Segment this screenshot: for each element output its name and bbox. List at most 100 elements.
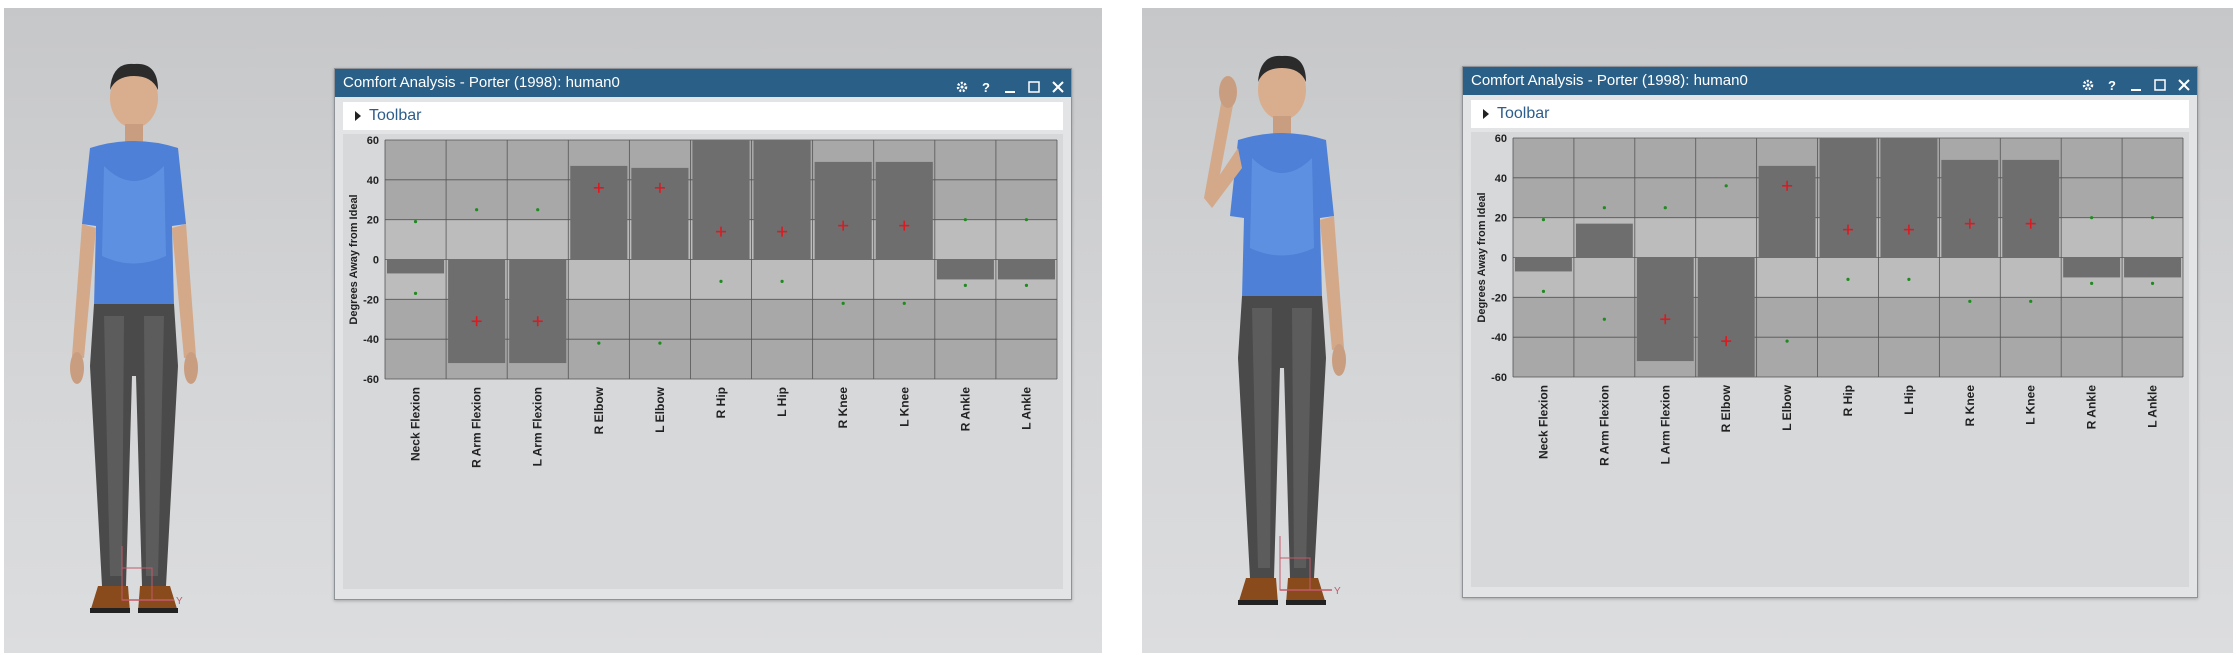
toolbar-expander[interactable]: Toolbar: [343, 102, 1063, 130]
minimize-icon[interactable]: [2129, 74, 2143, 91]
bar: [753, 140, 811, 260]
toolbar-expander[interactable]: Toolbar: [1471, 100, 2189, 128]
upper-limit-dot: [536, 208, 540, 212]
y-tick-label: 40: [367, 175, 379, 187]
lower-limit-dot: [719, 279, 723, 284]
graphics-viewport-left[interactable]: Y Comfort Analysis - Porter (1998): huma…: [4, 8, 1102, 653]
bar: [1880, 138, 1938, 258]
upper-limit-dot: [1024, 218, 1029, 222]
lower-limit-dot: [2090, 281, 2094, 285]
category-label: R Ankle: [958, 387, 972, 432]
axis-triad-right: Y: [1279, 536, 1341, 597]
category-label: L Hip: [1902, 385, 1916, 415]
y-tick-label: -40: [363, 334, 379, 346]
category-label: L Elbow: [653, 386, 667, 432]
expand-caret-icon: [355, 110, 361, 121]
lower-limit-dot: [1968, 299, 1972, 303]
bar: [1575, 223, 1633, 258]
help-icon[interactable]: ?: [979, 76, 993, 95]
svg-text:?: ?: [2108, 78, 2116, 92]
bar: [1819, 138, 1877, 258]
bar: [570, 165, 628, 260]
category-label: R Arm Flexion: [470, 387, 484, 468]
lower-limit-dot: [1907, 277, 1911, 282]
category-label: L Knee: [897, 387, 911, 427]
upper-limit-dot: [963, 218, 967, 222]
comfort-analysis-window-left[interactable]: Comfort Analysis - Porter (1998): human0…: [334, 68, 1072, 600]
y-axis-label: Degrees Away from Ideal: [1476, 192, 1488, 322]
y-tick-label: 0: [1501, 253, 1507, 265]
y-tick-label: -60: [1491, 372, 1507, 384]
y-tick-label: 60: [1495, 133, 1507, 145]
toolbar-label: Toolbar: [369, 107, 422, 124]
y-tick-label: 20: [367, 215, 379, 227]
lower-limit-dot: [413, 291, 418, 295]
category-label: L Ankle: [2146, 385, 2160, 428]
gear-icon[interactable]: [955, 76, 969, 93]
gear-icon[interactable]: [2081, 74, 2095, 91]
y-tick-label: 0: [373, 255, 379, 267]
bar: [2124, 257, 2181, 278]
upper-limit-dot: [1663, 206, 1667, 210]
lower-limit-dot: [597, 341, 601, 345]
upper-limit-dot: [2150, 216, 2155, 220]
y-tick-label: -60: [363, 374, 379, 386]
category-label: R Elbow: [1719, 384, 1733, 432]
comfort-chart: 60 40 20 0 -20 -40 -60 Neck Flexion R Arm Flexio…: [1471, 132, 2189, 587]
graphics-viewport-right[interactable]: Y Comfort Analysis - Porter (1998): huma…: [1142, 8, 2233, 653]
close-icon[interactable]: [2177, 74, 2191, 91]
lower-limit-dot: [780, 279, 784, 284]
category-label: L Knee: [2024, 385, 2038, 425]
category-label: L Arm Flexion: [1658, 385, 1672, 464]
lower-limit-dot: [658, 341, 662, 345]
bar: [1636, 257, 1694, 362]
svg-text:?: ?: [982, 80, 990, 94]
minimize-icon[interactable]: [1003, 76, 1017, 93]
y-tick-label: 20: [1495, 213, 1507, 225]
y-tick-label: -40: [1491, 332, 1507, 344]
bar: [2063, 257, 2121, 278]
category-label: L Hip: [775, 387, 789, 417]
category-label: R Ankle: [2085, 385, 2099, 430]
window-title: Comfort Analysis - Porter (1998): human0: [1471, 72, 1748, 89]
window-titlebar[interactable]: Comfort Analysis - Porter (1998): human0…: [1463, 67, 2197, 95]
category-label: Neck Flexion: [409, 387, 423, 461]
bar: [1758, 165, 1816, 258]
svg-text:Y: Y: [1334, 586, 1341, 597]
bar: [1515, 257, 1572, 272]
comfort-analysis-window-right[interactable]: Comfort Analysis - Porter (1998): human0…: [1462, 66, 2198, 598]
upper-limit-dot: [1602, 206, 1606, 210]
category-label: R Knee: [836, 387, 850, 429]
maximize-icon[interactable]: [2153, 74, 2167, 91]
axis-triad-left: Y: [121, 546, 183, 607]
lower-limit-dot: [1541, 289, 1546, 293]
bar: [387, 259, 445, 274]
upper-limit-dot: [413, 220, 418, 224]
lower-limit-dot: [2150, 281, 2155, 285]
bar: [875, 161, 933, 260]
help-icon[interactable]: ?: [2105, 74, 2119, 93]
maximize-icon[interactable]: [1027, 76, 1041, 93]
bar: [692, 140, 750, 260]
bar: [1697, 257, 1755, 377]
lower-limit-dot: [1846, 277, 1850, 282]
upper-limit-dot: [1724, 184, 1728, 188]
category-label: Neck Flexion: [1536, 385, 1550, 459]
window-titlebar[interactable]: Comfort Analysis - Porter (1998): human0…: [335, 69, 1071, 97]
y-tick-label: 60: [367, 135, 379, 147]
category-label: R Hip: [714, 387, 728, 418]
lower-limit-dot: [841, 301, 845, 305]
bar: [448, 259, 506, 364]
comfort-chart: 60 40 20 0 -20 -40 -60 Neck Flexion R Arm Flexio…: [343, 134, 1063, 589]
lower-limit-dot: [902, 301, 906, 305]
lower-limit-dot: [1602, 317, 1606, 321]
expand-caret-icon: [1483, 108, 1489, 119]
bar: [936, 259, 994, 280]
bar: [631, 167, 689, 260]
category-label: R Knee: [1963, 385, 1977, 427]
close-icon[interactable]: [1051, 76, 1065, 93]
bar: [1941, 159, 1999, 258]
category-label: R Hip: [1841, 385, 1855, 416]
lower-limit-dot: [1785, 339, 1789, 343]
category-label: L Arm Flexion: [531, 387, 545, 466]
